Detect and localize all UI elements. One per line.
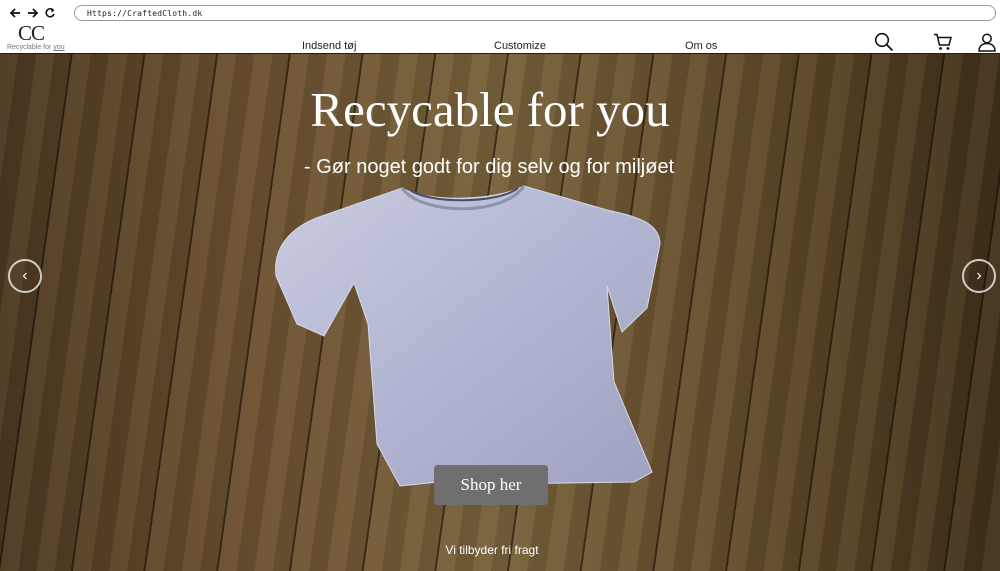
browser-toolbar: Https://CraftedCloth.dk [0,0,1000,26]
reload-icon [45,8,55,18]
hero-subtitle: - Gør noget godt for dig selv og for mil… [304,156,675,178]
chevron-left-icon [22,272,27,280]
logo-tagline-link: you [53,44,65,51]
logo-mark: CC [18,21,45,45]
cart-button[interactable] [932,31,954,53]
logo-tagline: Recyclable for you [7,44,67,52]
arrow-right-icon [28,8,39,18]
carousel-prev-button[interactable] [8,259,42,293]
carousel-next-button[interactable] [962,259,996,293]
cart-icon [934,33,952,50]
address-bar[interactable]: Https://CraftedCloth.dk [74,5,996,21]
back-button[interactable] [7,5,23,21]
chevron-right-icon [977,272,982,280]
logo-tagline-prefix: Recyclable for [7,44,54,51]
hero-title: Recycable for you [310,82,670,137]
url-text: Https://CraftedCloth.dk [87,8,203,18]
hero-banner: Recycable for you - Gør noget godt for d… [0,54,1000,571]
forward-button[interactable] [25,5,41,21]
site-header: CC Recyclable for you Indsend tøj Custom… [0,22,1000,54]
nav-link-customize[interactable]: Customize [494,40,546,52]
nav-link-indsend-toj[interactable]: Indsend tøj [302,40,356,52]
shop-button[interactable]: Shop her [434,465,548,505]
search-button[interactable] [873,31,895,53]
search-icon [874,32,894,52]
free-shipping-note: Vi tilbyder fri fragt [445,543,539,557]
nav-link-om-os[interactable]: Om os [685,40,717,52]
user-icon [978,33,996,52]
arrow-left-icon [9,8,20,18]
reload-button[interactable] [42,5,58,21]
account-button[interactable] [976,31,998,53]
logo[interactable]: CC Recyclable for you [7,22,67,52]
